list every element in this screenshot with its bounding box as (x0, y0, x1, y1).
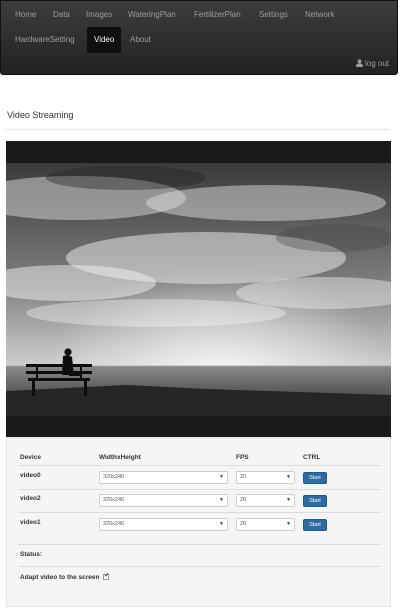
nav-network[interactable]: Network (305, 10, 334, 20)
table-divider (18, 465, 381, 466)
chevron-down-icon: ▼ (219, 474, 224, 480)
header-ctrl: CTRL (303, 454, 321, 461)
row-divider (18, 489, 381, 490)
resolution-select[interactable]: 320x240 ▼ (99, 471, 228, 484)
start-button[interactable]: Start (303, 495, 327, 507)
resolution-value: 320x240 (103, 474, 125, 480)
user-icon (355, 59, 363, 67)
row-divider (18, 566, 381, 567)
nav-images[interactable]: Images (86, 10, 112, 20)
adapt-video-checkbox[interactable]: ✓ (103, 573, 110, 580)
nav-video[interactable]: Video (87, 27, 122, 53)
row-divider (18, 512, 381, 513)
fps-value: 20 (240, 474, 247, 480)
nav-home[interactable]: Home (15, 10, 36, 20)
resolution-value: 320x240 (103, 521, 125, 527)
device-name: video2 (20, 495, 41, 502)
fps-value: 20 (240, 497, 247, 503)
video-frame-image (6, 163, 391, 416)
nav-wateringplan[interactable]: WateringPlan (128, 10, 176, 20)
fps-value: 20 (240, 521, 247, 527)
adapt-video-label: Adapt video to the screen (20, 574, 100, 581)
header-device: Device (20, 454, 41, 461)
fps-select[interactable]: 20 ▼ (236, 494, 295, 507)
nav-hardwaresetting[interactable]: HardwareSetting (15, 35, 75, 45)
resolution-value: 320x240 (103, 497, 125, 503)
row-divider (18, 544, 381, 545)
header-resolution: WidthxHeight (99, 454, 141, 461)
resolution-select[interactable]: 320x240 ▼ (99, 518, 228, 531)
title-divider (6, 129, 390, 130)
chevron-down-icon: ▼ (286, 497, 291, 503)
device-name: video1 (20, 519, 41, 526)
nav-data[interactable]: Data (53, 10, 70, 20)
chevron-down-icon: ▼ (286, 521, 291, 527)
chevron-down-icon: ▼ (286, 474, 291, 480)
resolution-select[interactable]: 320x240 ▼ (99, 494, 228, 507)
header-fps: FPS (236, 454, 249, 461)
navbar: Home Data Images WateringPlan Fertilizer… (0, 0, 398, 75)
nav-fertilizerplan[interactable]: FertilizerPlan (194, 10, 241, 20)
chevron-down-icon: ▼ (219, 521, 224, 527)
start-button[interactable]: Start (303, 519, 327, 531)
checkmark-icon: ✓ (104, 573, 110, 579)
fps-select[interactable]: 20 ▼ (236, 471, 295, 484)
logout-label: log out (364, 59, 389, 68)
video-stream (6, 141, 391, 437)
chevron-down-icon: ▼ (219, 497, 224, 503)
nav-about[interactable]: About (130, 35, 151, 45)
adapt-video-option: Adapt video to the screen ✓ (20, 573, 110, 581)
device-name: video0 (20, 472, 41, 479)
fps-select[interactable]: 20 ▼ (236, 518, 295, 531)
status-label: Status: (20, 551, 43, 558)
logout-link[interactable]: log out (355, 59, 389, 68)
page-title: Video Streaming (7, 110, 74, 120)
nav-settings[interactable]: Settings (259, 10, 288, 20)
start-button[interactable]: Start (303, 472, 327, 484)
video-control-panel: Device WidthxHeight FPS CTRL video0 320x… (6, 437, 391, 607)
